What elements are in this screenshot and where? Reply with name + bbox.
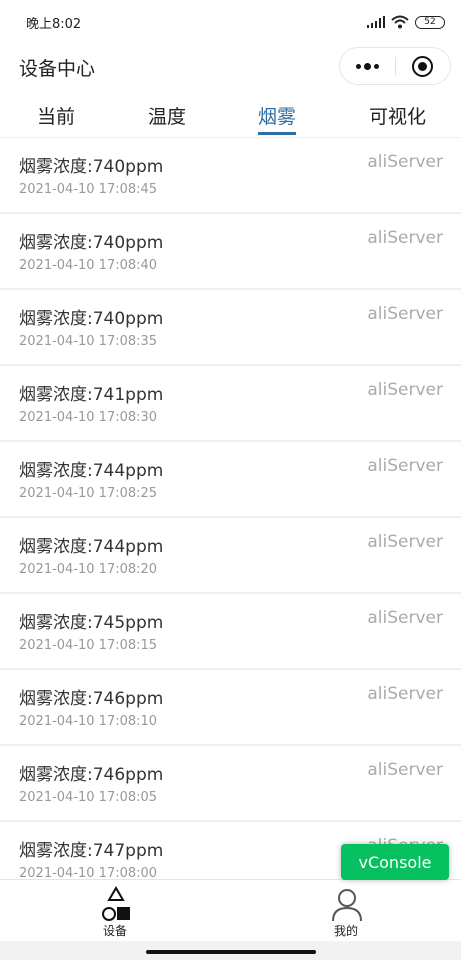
tab-temperature[interactable]: 温度 xyxy=(148,102,186,129)
nav-bar: 设备中心 xyxy=(0,44,461,90)
battery-icon: 52 xyxy=(415,15,445,29)
item-title: 烟雾浓度:745ppm xyxy=(19,613,164,633)
list-item[interactable]: 烟雾浓度:740ppm 2021-04-10 17:08:45 aliServe… xyxy=(0,138,461,214)
item-time: 2021-04-10 17:08:25 xyxy=(19,486,158,501)
wifi-icon xyxy=(391,15,409,29)
item-time: 2021-04-10 17:08:40 xyxy=(19,258,158,273)
item-title: 烟雾浓度:740ppm xyxy=(19,233,164,253)
item-time: 2021-04-10 17:08:10 xyxy=(19,714,158,729)
tab-current[interactable]: 当前 xyxy=(37,102,75,129)
mini-program-capsule xyxy=(339,47,451,85)
list-item[interactable]: 烟雾浓度:745ppm 2021-04-10 17:08:15 aliServe… xyxy=(0,594,461,670)
item-time: 2021-04-10 17:08:20 xyxy=(19,562,158,577)
item-source: aliServer xyxy=(367,608,443,628)
item-time: 2021-04-10 17:08:45 xyxy=(19,182,158,197)
list-item[interactable]: 烟雾浓度:741ppm 2021-04-10 17:08:30 aliServe… xyxy=(0,366,461,442)
capsule-divider xyxy=(395,57,396,76)
status-icons: 52 xyxy=(367,12,445,32)
list-item[interactable]: 烟雾浓度:746ppm 2021-04-10 17:08:05 aliServe… xyxy=(0,746,461,822)
item-source: aliServer xyxy=(367,684,443,704)
bottom-tabbar: 设备 我的 xyxy=(0,879,461,941)
list-item[interactable]: 烟雾浓度:744ppm 2021-04-10 17:08:20 aliServe… xyxy=(0,518,461,594)
tabbar-label-device: 设备 xyxy=(102,924,127,938)
tabbar-label-mine: 我的 xyxy=(333,924,358,938)
status-bar: 晚上8:02 52 xyxy=(0,0,461,44)
item-source: aliServer xyxy=(367,760,443,780)
item-title: 烟雾浓度:740ppm xyxy=(19,157,164,177)
item-source: aliServer xyxy=(367,456,443,476)
item-time: 2021-04-10 17:08:05 xyxy=(19,790,158,805)
signal-icon xyxy=(367,16,385,28)
item-title: 烟雾浓度:746ppm xyxy=(19,689,164,709)
person-icon xyxy=(332,889,362,922)
target-close-icon[interactable] xyxy=(412,56,433,77)
tabbar-item-mine[interactable]: 我的 xyxy=(306,884,386,940)
item-time: 2021-04-10 17:08:00 xyxy=(19,866,158,878)
item-title: 烟雾浓度:740ppm xyxy=(19,309,164,329)
shapes-icon xyxy=(102,886,130,921)
list-item[interactable]: 烟雾浓度:746ppm 2021-04-10 17:08:10 aliServe… xyxy=(0,670,461,746)
item-source: aliServer xyxy=(367,304,443,324)
page-title: 设备中心 xyxy=(19,58,96,80)
item-source: aliServer xyxy=(367,228,443,248)
vconsole-button[interactable]: vConsole xyxy=(341,844,449,880)
list-item[interactable]: 烟雾浓度:740ppm 2021-04-10 17:08:35 aliServe… xyxy=(0,290,461,366)
item-title: 烟雾浓度:746ppm xyxy=(19,765,164,785)
item-title: 烟雾浓度:744ppm xyxy=(19,461,164,481)
item-title: 烟雾浓度:744ppm xyxy=(19,537,164,557)
tab-visualization[interactable]: 可视化 xyxy=(369,102,426,129)
tabbar-item-device[interactable]: 设备 xyxy=(75,884,155,940)
tab-bar: 当前 温度 烟雾 可视化 xyxy=(0,92,461,138)
item-time: 2021-04-10 17:08:15 xyxy=(19,638,158,653)
item-source: aliServer xyxy=(367,380,443,400)
item-source: aliServer xyxy=(367,532,443,552)
item-time: 2021-04-10 17:08:35 xyxy=(19,334,158,349)
tab-smoke[interactable]: 烟雾 xyxy=(258,102,296,129)
active-tab-underline xyxy=(258,132,296,135)
list-item[interactable]: 烟雾浓度:740ppm 2021-04-10 17:08:40 aliServe… xyxy=(0,214,461,290)
item-title: 烟雾浓度:747ppm xyxy=(19,841,164,861)
item-time: 2021-04-10 17:08:30 xyxy=(19,410,158,425)
status-time: 晚上8:02 xyxy=(26,17,82,32)
item-title: 烟雾浓度:741ppm xyxy=(19,385,164,405)
item-source: aliServer xyxy=(367,152,443,172)
more-dots-icon[interactable] xyxy=(340,48,395,84)
home-indicator[interactable] xyxy=(146,950,316,954)
home-indicator-area xyxy=(0,941,461,960)
smoke-record-list: 烟雾浓度:740ppm 2021-04-10 17:08:45 aliServe… xyxy=(0,138,461,878)
list-item[interactable]: 烟雾浓度:744ppm 2021-04-10 17:08:25 aliServe… xyxy=(0,442,461,518)
